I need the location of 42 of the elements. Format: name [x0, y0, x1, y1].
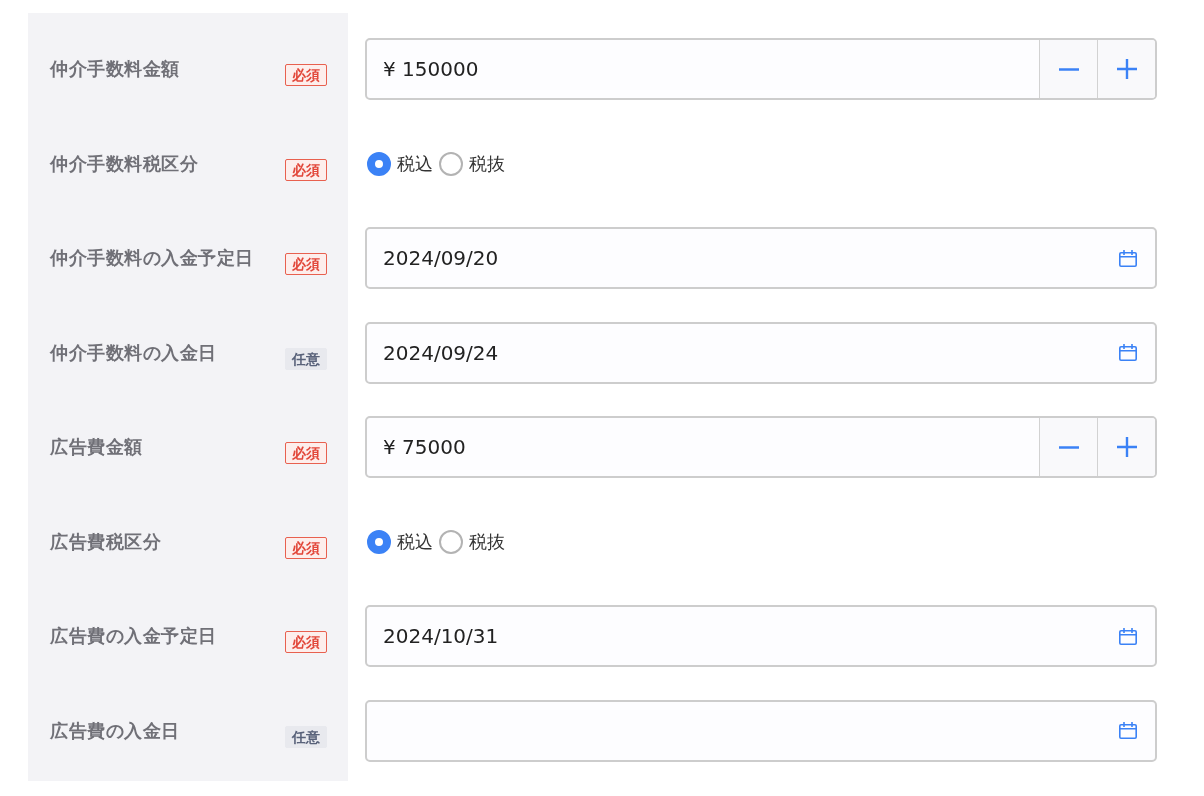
date-field[interactable]: 2024/09/24	[365, 321, 1157, 384]
minus-icon	[1058, 445, 1079, 449]
radio-label[interactable]: 税抜	[469, 529, 505, 554]
radio-button[interactable]	[439, 151, 463, 176]
required-tag: 必須	[285, 64, 327, 86]
field-label: 広告費金額	[50, 435, 143, 459]
date-field[interactable]: 2024/09/20	[365, 227, 1157, 289]
required-tag: 必須	[285, 536, 327, 559]
plus-icon	[1116, 59, 1137, 79]
field-label: 広告費税区分	[50, 529, 161, 554]
radio-label[interactable]: 税込	[397, 529, 433, 554]
required-tag: 必須	[285, 631, 327, 653]
radio-label[interactable]: 税抜	[469, 151, 505, 176]
date-field[interactable]	[365, 699, 1157, 762]
field-label: 仲介手数料金額	[50, 57, 180, 81]
optional-tag: 任意	[285, 347, 327, 370]
number-input[interactable]: ¥ 75000	[365, 416, 1157, 478]
minus-icon	[1058, 67, 1079, 71]
increment-button[interactable]	[1097, 40, 1155, 98]
required-tag: 必須	[285, 442, 327, 464]
field-label: 仲介手数料の入金日	[50, 340, 217, 365]
required-tag: 必須	[285, 158, 327, 181]
field-label: 仲介手数料税区分	[50, 151, 198, 176]
calendar-icon	[1119, 249, 1137, 267]
field-label: 仲介手数料の入金予定日	[50, 246, 254, 270]
calendar-icon	[1119, 627, 1137, 645]
radio-label[interactable]: 税込	[397, 151, 433, 176]
radio-button[interactable]	[439, 529, 463, 554]
optional-tag: 任意	[285, 725, 327, 748]
field-label: 広告費の入金日	[50, 718, 180, 743]
plus-icon	[1116, 437, 1137, 457]
radio-button[interactable]	[367, 529, 391, 554]
decrement-button[interactable]	[1039, 40, 1097, 98]
calendar-icon	[1119, 722, 1137, 739]
date-field[interactable]: 2024/10/31	[365, 605, 1157, 667]
calendar-icon	[1119, 344, 1137, 361]
field-label: 広告費の入金予定日	[50, 624, 217, 648]
radio-button[interactable]	[367, 151, 391, 176]
required-tag: 必須	[285, 253, 327, 275]
decrement-button[interactable]	[1039, 418, 1097, 476]
number-input[interactable]: ¥ 150000	[365, 38, 1157, 100]
increment-button[interactable]	[1097, 418, 1155, 476]
